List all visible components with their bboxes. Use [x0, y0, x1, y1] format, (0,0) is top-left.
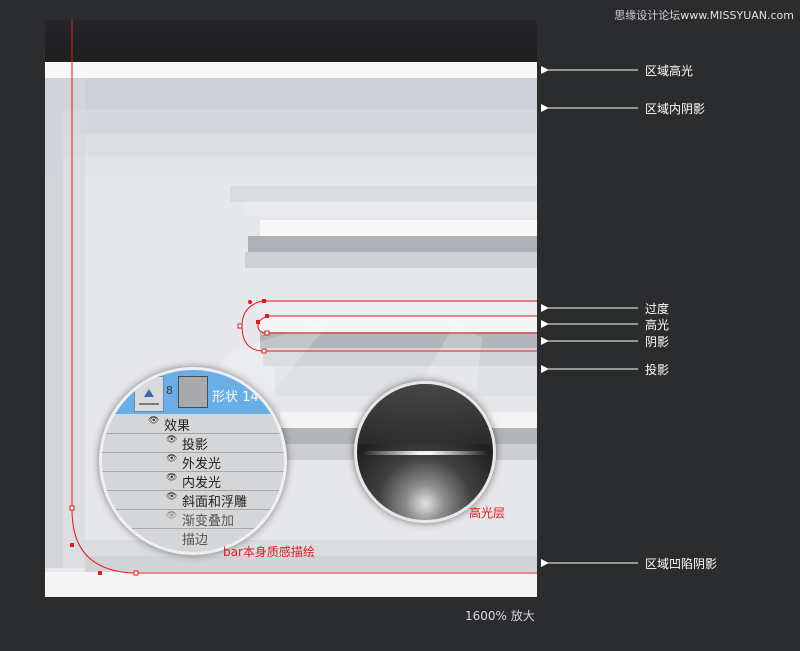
eye-icon[interactable]: 👁	[166, 511, 177, 521]
eye-icon[interactable]: 👁	[166, 473, 177, 483]
effect-row-inner-glow[interactable]: 👁 内发光	[102, 471, 284, 491]
effect-label: 投影	[182, 438, 209, 453]
label-bar-texture: bar本身质感描绘	[223, 545, 315, 559]
effect-label: 描边	[182, 533, 209, 548]
effect-row-drop-shadow[interactable]: 👁 投影	[102, 433, 284, 453]
anchor-point	[264, 330, 270, 336]
zoom-caption: 1600% 放大	[465, 609, 535, 623]
highlight-layer-magnifier	[354, 381, 496, 523]
anchor-handle	[248, 300, 252, 304]
effect-label: 外发光	[182, 457, 222, 472]
anchor-point	[70, 543, 74, 547]
effects-row[interactable]: 👁 效果	[102, 414, 284, 434]
effect-row-gradient-overlay[interactable]: 👁 渐变叠加	[102, 509, 284, 529]
highlight-band	[363, 451, 487, 455]
anchor-point	[98, 571, 102, 575]
label-transition: 过度	[645, 302, 670, 316]
anchor-point	[261, 348, 267, 354]
label-area-highlight: 区域高光	[645, 64, 694, 78]
eye-icon[interactable]: 👁	[166, 492, 177, 502]
layer-row-selected[interactable]: 8 形状 148	[102, 370, 284, 414]
anchor-point	[262, 299, 266, 303]
effect-label: 渐变叠加	[182, 514, 235, 529]
label-highlight-layer: 高光层	[469, 506, 506, 520]
effect-label: 斜面和浮雕	[182, 495, 248, 510]
layer-thumbnail	[134, 376, 164, 412]
eye-icon[interactable]: 👁	[166, 435, 177, 445]
label-highlight: 高光	[645, 318, 670, 332]
annotation-overlay	[69, 20, 638, 576]
eye-icon[interactable]: 👁	[166, 454, 177, 464]
layer-name: 形状 148	[212, 390, 267, 405]
link-icon: 8	[166, 384, 173, 397]
effect-row-outer-glow[interactable]: 👁 外发光	[102, 452, 284, 472]
anchor-point	[265, 314, 269, 318]
anchor-point	[69, 505, 75, 511]
label-area-inner-shadow: 区域内阴影	[645, 102, 706, 116]
label-shadow: 阴影	[645, 335, 670, 349]
layers-panel-magnifier: 8 形状 148 👁 效果 👁 投影 👁 外发光 👁 内发光 👁 斜面和浮雕 👁…	[99, 367, 287, 555]
label-area-inset-shadow: 区域凹陷阴影	[645, 557, 718, 571]
effect-label: 内发光	[182, 476, 222, 491]
anchor-point	[133, 570, 139, 576]
anchor-point	[237, 323, 243, 329]
effect-row-bevel-emboss[interactable]: 👁 斜面和浮雕	[102, 490, 284, 510]
eye-icon[interactable]: 👁	[148, 416, 159, 426]
effects-label: 效果	[164, 419, 191, 434]
anchor-point	[256, 320, 260, 324]
shape-thumbnail	[178, 376, 208, 408]
label-drop-shadow: 投影	[645, 363, 670, 377]
